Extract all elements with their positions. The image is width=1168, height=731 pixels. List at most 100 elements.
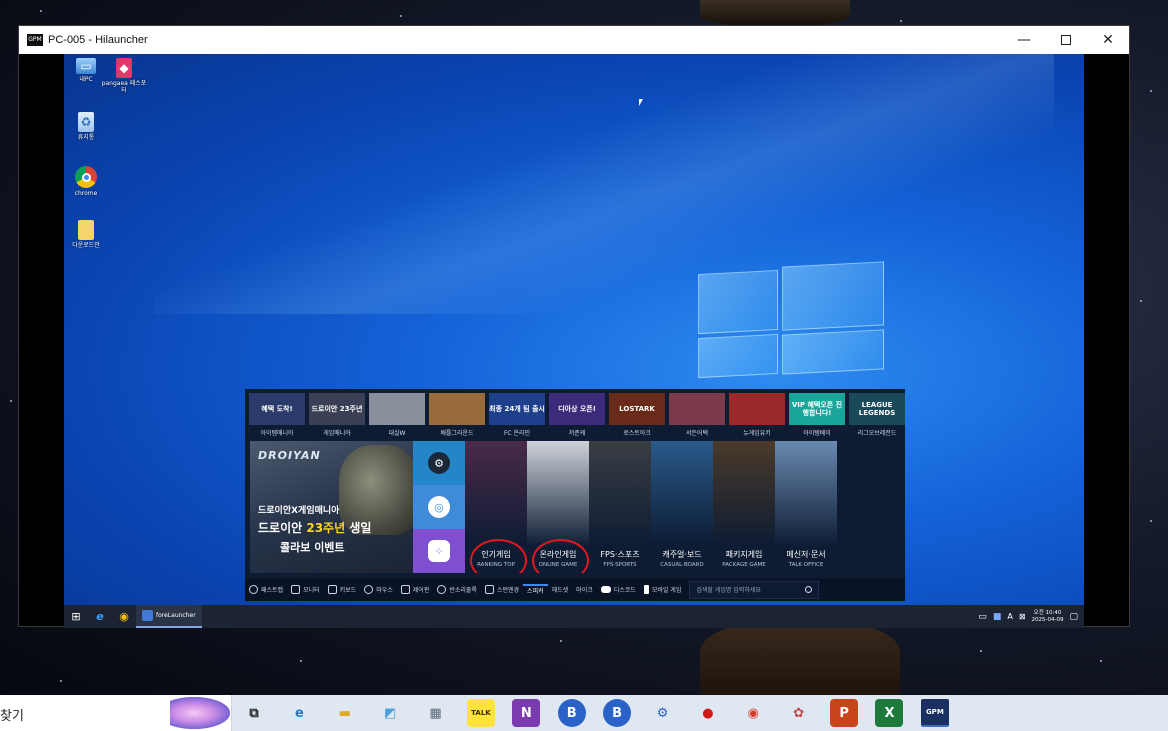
forelauncher-taskbar-button[interactable]: foreLauncher: [136, 605, 202, 628]
task-view-icon[interactable]: ⧉: [240, 699, 268, 727]
record-icon[interactable]: ●: [694, 699, 722, 727]
control-panel-button[interactable]: 제어판: [397, 585, 434, 594]
wallpaper-light-beam: [154, 54, 1054, 314]
category-art: [589, 441, 651, 547]
tab-headset[interactable]: 헤드셋: [548, 585, 573, 594]
search-icon[interactable]: [805, 585, 813, 593]
star: [1100, 660, 1102, 662]
monitor-icon: [291, 585, 301, 594]
wallpaper-figure: [700, 620, 900, 700]
launcher-bottom-bar: 패스트캡 모니터 키보드 마우스 제어판 반소리줄록 스펀엔경 스피커 헤드셋 …: [245, 578, 905, 601]
game-caption: 저준케: [568, 430, 586, 437]
steam-button[interactable]: ⚙: [413, 441, 465, 485]
category-tile[interactable]: 인기게임 RANKING TOP: [465, 441, 527, 573]
category-art: [713, 441, 775, 547]
this-pc-icon: ▭: [76, 58, 96, 74]
tab-mic[interactable]: 마이크: [572, 585, 597, 594]
category-tile[interactable]: 온라인게임 ONLINE GAME: [527, 441, 589, 573]
category-tile[interactable]: FPS·스포츠 FPS·SPORTS: [589, 441, 651, 573]
close-button[interactable]: ✕: [1087, 26, 1129, 54]
notification-icon[interactable]: ▢: [1069, 612, 1078, 622]
category-art: [775, 441, 837, 547]
star: [10, 400, 12, 402]
file-explorer-icon[interactable]: ▬: [331, 699, 359, 727]
network-icon[interactable]: ▭: [978, 612, 987, 622]
desktop-icon-pangaea[interactable]: ◆ pangaea 패스포터: [100, 58, 148, 94]
star: [400, 15, 402, 17]
category-tile[interactable]: 메신저·문서 TALK·OFFICE: [775, 441, 837, 573]
notes-icon[interactable]: ◩: [376, 699, 404, 727]
desktop-icon-recycle-bin[interactable]: ♻ 휴지통: [64, 112, 110, 141]
category-tile[interactable]: 캐주얼·보드 CASUAL·BOARD: [651, 441, 713, 573]
featured-game-tile[interactable]: 배틀그라운드: [429, 393, 485, 437]
mouse-button[interactable]: 마우스: [360, 585, 397, 594]
chrome-button[interactable]: ◎: [413, 485, 465, 529]
discord-button[interactable]: 디스코드: [597, 585, 640, 594]
pinwheel-icon[interactable]: ✿: [785, 699, 813, 727]
host-taskbar: 찾기 ⧉ e ▬ ◩ ▦ TALK N B B ⚙ ● ◉ ✿ P X GPM: [0, 695, 1168, 731]
game-thumbnail: [729, 393, 785, 425]
category-art: [651, 441, 713, 547]
folder-icon: [78, 220, 94, 240]
onenote-icon[interactable]: N: [512, 699, 541, 727]
window-titlebar[interactable]: GPM PC-005 - Hilauncher — ✕: [19, 26, 1129, 54]
excel-icon[interactable]: X: [875, 699, 904, 727]
category-art: [527, 441, 589, 547]
tab-speaker[interactable]: 스피커: [523, 584, 548, 595]
game-search-input[interactable]: 검색할 게임명 입력하세요: [689, 580, 820, 599]
maximize-button[interactable]: [1045, 26, 1087, 54]
ime-icon[interactable]: ⊠: [1019, 612, 1026, 621]
quick-launch-column: ⚙ ◎ ⁘: [413, 441, 465, 573]
featured-game-tile[interactable]: VIP 혜택오픈 진행합니다! 아이템베이: [789, 393, 845, 437]
minimize-button[interactable]: —: [1003, 26, 1045, 54]
category-art: [465, 441, 527, 547]
featured-game-tile[interactable]: 드로이안 23주년 게임매니아: [309, 393, 365, 437]
featured-game-tile[interactable]: 혜택 도착! 아이템매니아: [249, 393, 305, 437]
apps-button[interactable]: ⁘: [413, 529, 465, 573]
game-caption: 아이템매니아: [260, 430, 294, 437]
clock[interactable]: 오전 10:40 2025-04-09: [1032, 610, 1064, 624]
star: [1150, 520, 1152, 522]
desktop-icon-chrome[interactable]: chrome: [64, 166, 110, 197]
kakaotalk-icon[interactable]: TALK: [466, 699, 495, 727]
promo-banner[interactable]: DROIYAN 드로이안X게임매니아 드로이안 23주년 생일 콜라보 이벤트: [250, 441, 413, 573]
app-b2-icon[interactable]: B: [603, 699, 632, 727]
volume-button[interactable]: 반소리줄록: [433, 585, 481, 594]
settings-icon[interactable]: ⚙: [649, 699, 677, 727]
category-tile[interactable]: 패키지게임 PACKAGE GAME: [713, 441, 775, 573]
category-title: 메신저·문서: [786, 550, 826, 559]
mobile-game-button[interactable]: 모바일 게임: [640, 585, 686, 594]
star: [900, 20, 902, 22]
monitor-button[interactable]: 모니터: [287, 585, 324, 594]
calculator-icon[interactable]: ▦: [422, 699, 450, 727]
chrome-icon[interactable]: ◉: [739, 699, 767, 727]
category-title: 캐주얼·보드: [662, 550, 702, 559]
desktop-icon-folder[interactable]: 다운로드안: [64, 220, 110, 249]
featured-game-tile[interactable]: 대실W: [369, 393, 425, 437]
environment-button[interactable]: 스펀엔경: [481, 585, 523, 594]
featured-game-tile[interactable]: 디아상 오픈! 저준케: [549, 393, 605, 437]
fastcap-button[interactable]: 패스트캡: [245, 585, 287, 594]
mouse-cursor-icon: [639, 99, 643, 106]
ie-button[interactable]: e: [88, 605, 112, 628]
ie-icon: e: [96, 610, 104, 623]
start-button[interactable]: ⊞: [64, 605, 88, 628]
category-title: FPS·스포츠: [600, 550, 640, 559]
featured-game-tile[interactable]: LEAGUE LEGENDS 리그오브레전드: [849, 393, 905, 437]
tray-app-icon[interactable]: ■: [993, 612, 1002, 622]
powerpoint-icon[interactable]: P: [830, 699, 859, 727]
featured-game-tile[interactable]: 최종 24개 팀 출시 FC 온라인: [489, 393, 545, 437]
category-subtitle: CASUAL·BOARD: [660, 562, 704, 568]
chrome-taskbar-button[interactable]: ◉: [112, 605, 136, 628]
keyboard-button[interactable]: 키보드: [324, 585, 361, 594]
taskbar-search-box[interactable]: 찾기: [0, 695, 232, 731]
input-language-indicator[interactable]: A: [1007, 612, 1012, 621]
banner-line3: 콜라보 이벤트: [280, 541, 345, 554]
app-b1-icon[interactable]: B: [557, 699, 586, 727]
star: [560, 640, 562, 642]
edge-icon[interactable]: e: [285, 699, 313, 727]
gpm-icon[interactable]: GPM: [920, 699, 949, 727]
featured-game-tile[interactable]: 뉴게임유키: [729, 393, 785, 437]
featured-game-tile[interactable]: 서든어택: [669, 393, 725, 437]
featured-game-tile[interactable]: LOSTARK 로스트아크: [609, 393, 665, 437]
